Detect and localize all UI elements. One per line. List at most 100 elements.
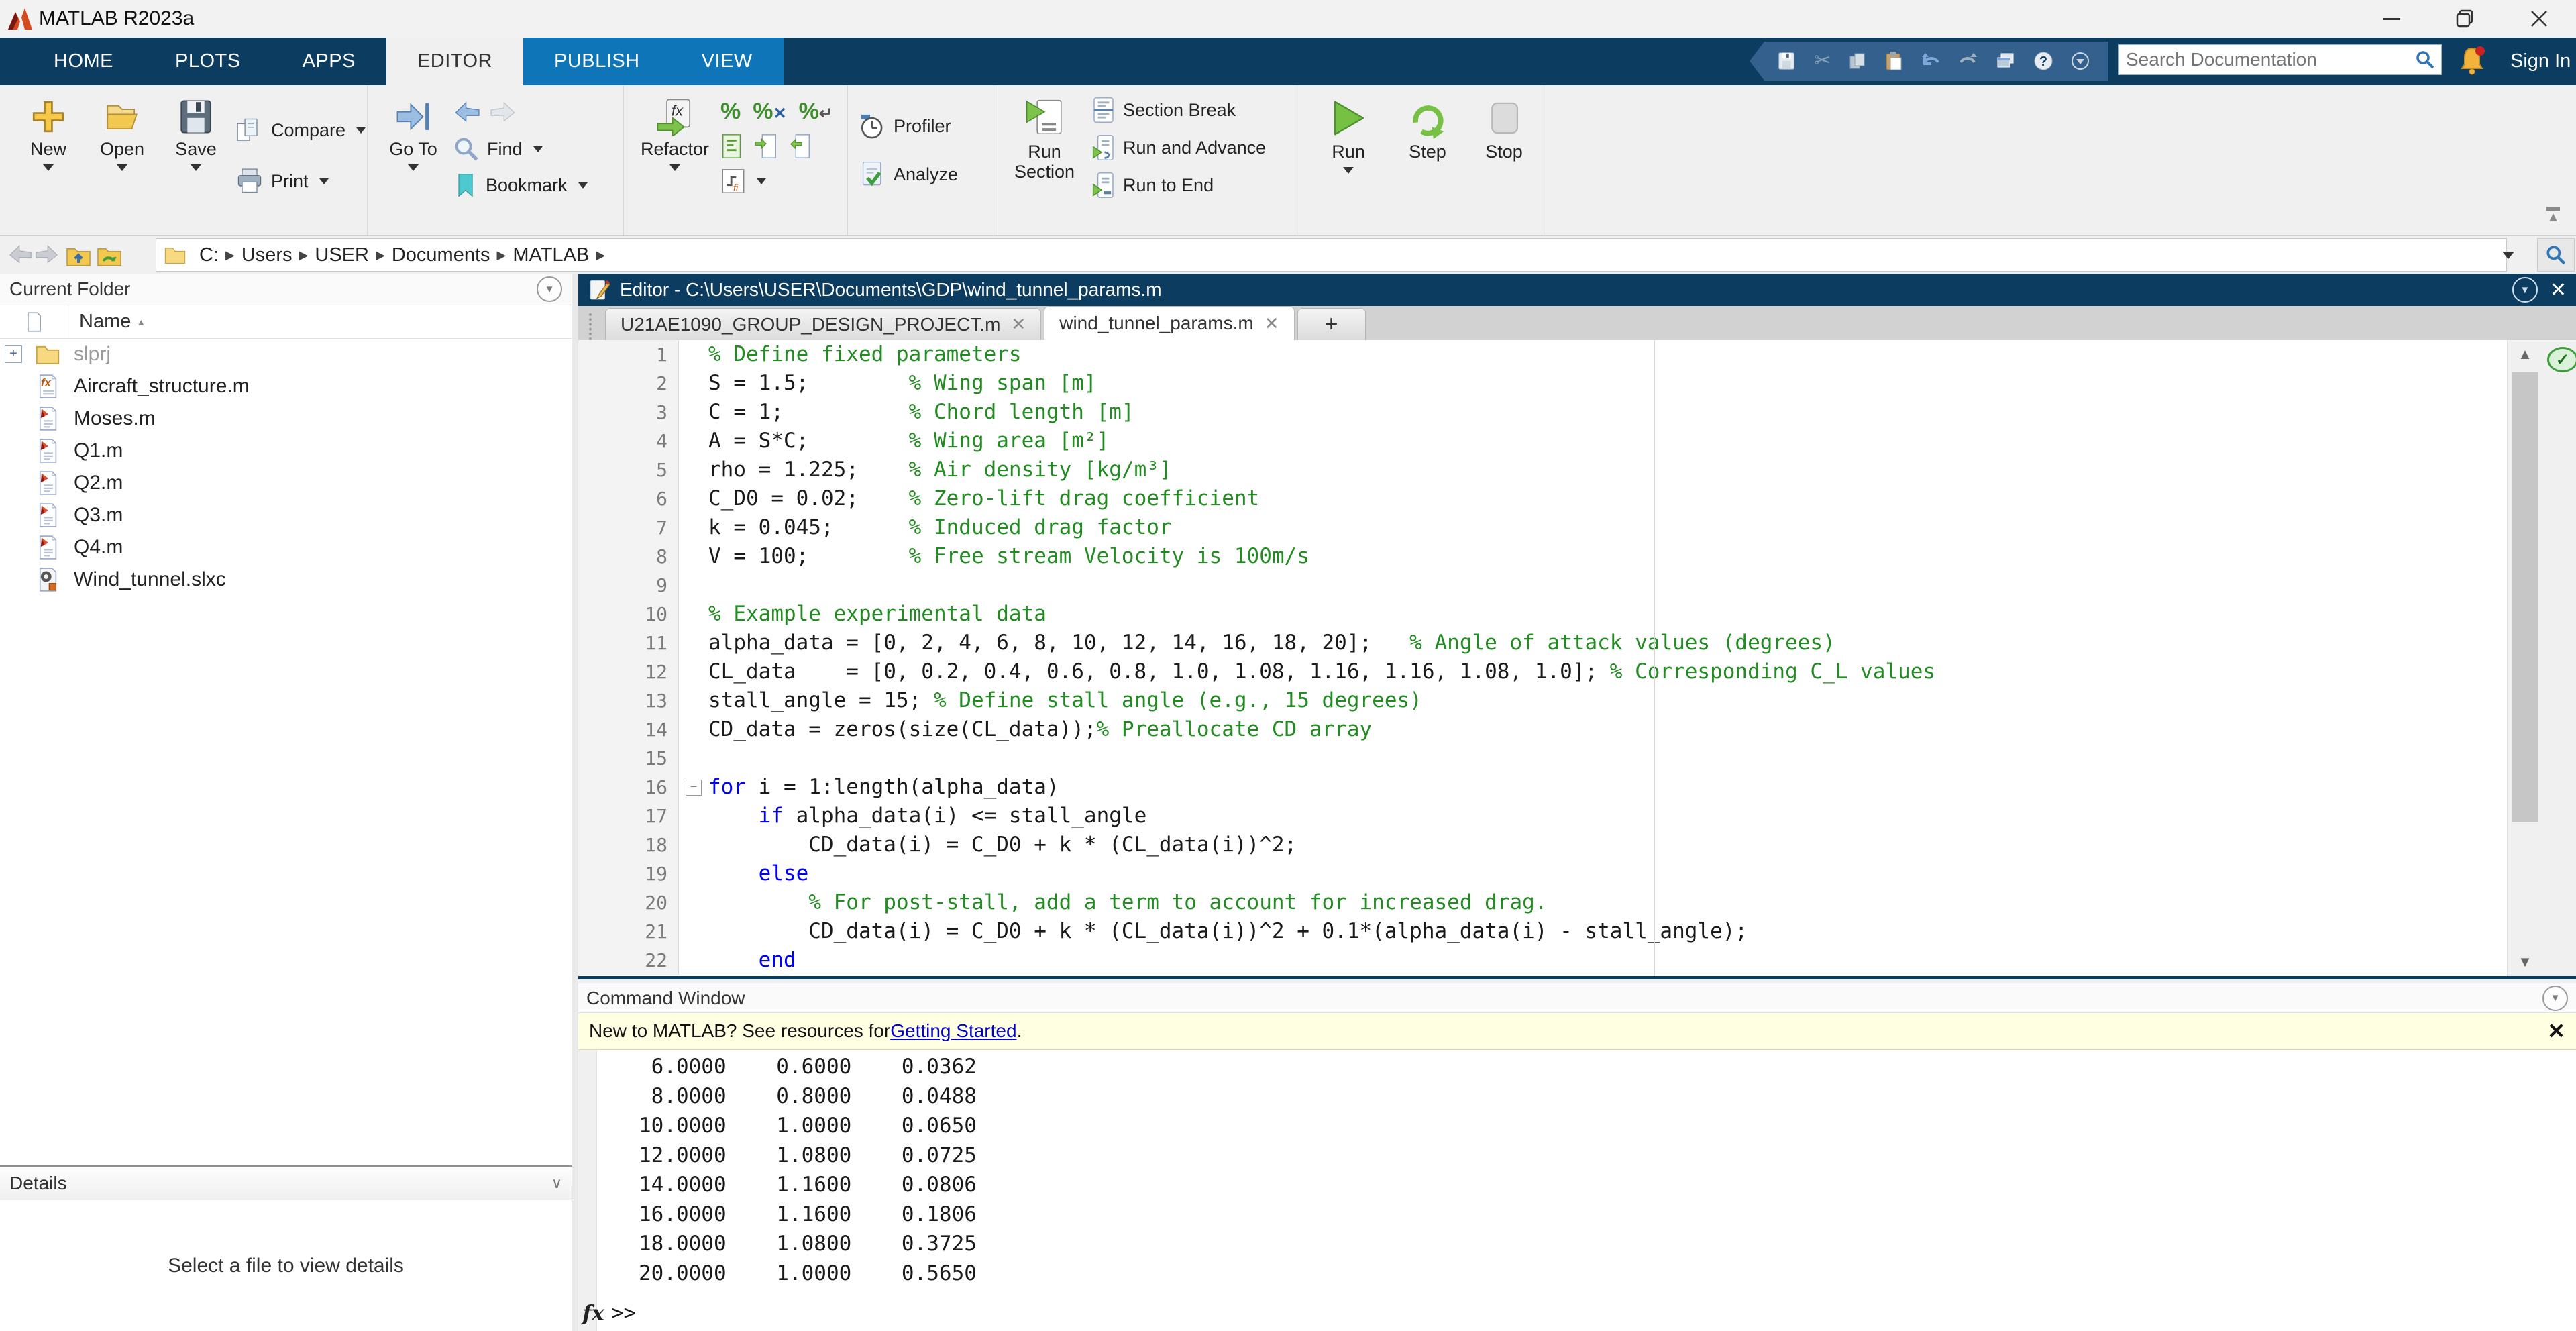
tabbar-drag-handle[interactable]	[589, 313, 598, 340]
editor-vertical-scrollbar[interactable]: ▲ ▼	[2507, 340, 2542, 976]
ribbon-tab-publish[interactable]: PUBLISH	[523, 38, 671, 85]
code-line[interactable]: 19 else	[578, 859, 2507, 888]
file-name[interactable]: Moses.m	[74, 407, 156, 430]
file-name[interactable]: Wind_tunnel.slxc	[74, 568, 226, 591]
code-line[interactable]: 3C = 1; % Chord length [m]	[578, 398, 2507, 427]
code-line[interactable]: 4A = S*C; % Wing area [m²]	[578, 427, 2507, 456]
panel-splitter[interactable]	[572, 274, 578, 1331]
scroll-up-icon[interactable]: ▲	[2508, 345, 2542, 363]
file-row[interactable]: + slprj	[0, 338, 572, 370]
breadcrumb-segment[interactable]: MATLAB	[513, 244, 589, 266]
section-break-button[interactable]: Section Break	[1091, 95, 1266, 125]
banner-close-icon[interactable]: ✕	[2547, 1018, 2565, 1044]
code-line[interactable]: 8V = 100; % Free stream Velocity is 100m…	[578, 542, 2507, 571]
ribbon-tab-plots[interactable]: PLOTS	[144, 38, 272, 85]
smart-indent-icon[interactable]	[720, 133, 745, 160]
expand-folder-icon[interactable]: +	[5, 345, 22, 363]
scroll-down-icon[interactable]: ▼	[2508, 953, 2542, 971]
file-name[interactable]: Aircraft_structure.m	[74, 375, 250, 398]
code-line[interactable]: 9	[578, 571, 2507, 600]
code-editor[interactable]: 1% Define fixed parameters2S = 1.5; % Wi…	[578, 340, 2507, 976]
ribbon-tab-apps[interactable]: APPS	[272, 38, 386, 85]
code-line[interactable]: 1% Define fixed parameters	[578, 340, 2507, 369]
file-row[interactable]: Wind_tunnel.slxc	[0, 564, 572, 596]
file-name[interactable]: Q3.m	[74, 504, 123, 527]
ribbon-tab-home[interactable]: HOME	[23, 38, 144, 85]
paste-icon[interactable]	[1884, 51, 1903, 71]
editor-tab-label[interactable]: U21AE1090_GROUP_DESIGN_PROJECT.m	[621, 314, 1000, 335]
new-window-icon[interactable]	[1996, 52, 2016, 70]
code-line[interactable]: 13stall_angle = 15; % Define stall angle…	[578, 686, 2507, 715]
refactor-button[interactable]: fx Refactor	[635, 92, 715, 171]
restore-button[interactable]	[2428, 0, 2502, 38]
copy-icon[interactable]	[1848, 52, 1867, 70]
code-line[interactable]: 20 % For post-stall, add a term to accou…	[578, 888, 2507, 917]
file-row[interactable]: Moses.m	[0, 403, 572, 435]
current-folder-menu-icon[interactable]: ▼	[537, 276, 562, 302]
undo-icon[interactable]	[1921, 52, 1941, 70]
file-list-header[interactable]: Name ▲	[0, 305, 572, 339]
code-line[interactable]: 12CL_data = [0, 0.2, 0.4, 0.6, 0.8, 1.0,…	[578, 657, 2507, 686]
back-icon[interactable]	[452, 99, 482, 126]
file-name[interactable]: Q1.m	[74, 439, 123, 462]
file-row[interactable]: Q2.m	[0, 467, 572, 499]
help-icon[interactable]: ?	[2033, 51, 2053, 71]
new-button[interactable]: New	[13, 92, 83, 171]
file-row[interactable]: Q1.m	[0, 435, 572, 467]
qat-menu-icon[interactable]	[2071, 52, 2090, 70]
breadcrumb-segment[interactable]: Users	[241, 244, 292, 266]
name-column-header[interactable]: Name	[79, 311, 131, 333]
code-line[interactable]: 15	[578, 744, 2507, 773]
file-name[interactable]: slprj	[74, 343, 111, 366]
breadcrumb-segment[interactable]: C:	[199, 244, 219, 266]
file-row[interactable]: Q4.m	[0, 531, 572, 564]
uncomment-icon[interactable]: %✕	[753, 99, 786, 125]
ribbon-tab-view[interactable]: VIEW	[671, 38, 784, 85]
redo-icon[interactable]	[1958, 52, 1978, 70]
code-line[interactable]: 6C_D0 = 0.02; % Zero-lift drag coefficie…	[578, 484, 2507, 513]
search-icon[interactable]	[2414, 49, 2436, 70]
fx-prompt-icon[interactable]: fx	[582, 1300, 604, 1326]
wrap-comments-icon[interactable]: %↵	[799, 99, 833, 125]
code-line[interactable]: 5rho = 1.225; % Air density [kg/m³]	[578, 456, 2507, 484]
print-button[interactable]: Print	[235, 166, 366, 197]
sign-in-link[interactable]: Sign In	[2510, 42, 2571, 81]
notifications-bell-icon[interactable]	[2458, 44, 2486, 75]
details-header[interactable]: Details ∨	[0, 1165, 572, 1200]
code-line[interactable]: 22 end	[578, 946, 2507, 975]
breadcrumb-field[interactable]: C:▶Users▶USER▶Documents▶MATLAB▶	[156, 238, 2507, 272]
command-window-menu-icon[interactable]: ▼	[2542, 986, 2568, 1011]
sort-ascending-icon[interactable]: ▲	[136, 317, 146, 327]
analyze-button[interactable]: Analyze	[859, 159, 958, 190]
save-icon[interactable]	[1776, 51, 1796, 71]
run-to-end-button[interactable]: Run to End	[1091, 170, 1266, 201]
new-tab-button[interactable]: +	[1297, 308, 1366, 340]
editor-tab[interactable]: U21AE1090_GROUP_DESIGN_PROJECT.m ✕	[605, 308, 1041, 340]
run-and-advance-button[interactable]: Run and Advance	[1091, 132, 1266, 163]
profiler-button[interactable]: Profiler	[859, 111, 958, 142]
editor-close-icon[interactable]: ✕	[2550, 278, 2567, 302]
minimize-button[interactable]	[2355, 0, 2428, 38]
goto-button[interactable]: Go To	[380, 92, 447, 171]
indent-right-icon[interactable]	[754, 133, 778, 160]
code-line[interactable]: 17 if alpha_data(i) <= stall_angle	[578, 802, 2507, 831]
comment-icon[interactable]: %	[720, 99, 741, 125]
code-line[interactable]: 14CD_data = zeros(size(CL_data));% Preal…	[578, 715, 2507, 744]
close-tab-icon[interactable]: ✕	[1011, 314, 1026, 335]
breadcrumb-segment[interactable]: Documents	[392, 244, 490, 266]
code-analyzer-ok-icon[interactable]: ✓	[2547, 347, 2576, 372]
open-button[interactable]: Open	[87, 92, 157, 171]
fold-collapse-icon[interactable]: −	[686, 780, 702, 796]
getting-started-link[interactable]: Getting Started	[890, 1020, 1016, 1042]
close-button[interactable]	[2502, 0, 2576, 38]
cut-icon[interactable]: ✂	[1814, 42, 1831, 81]
search-input[interactable]	[2119, 49, 2414, 70]
editor-tab-label[interactable]: wind_tunnel_params.m	[1059, 313, 1254, 334]
file-name[interactable]: Q4.m	[74, 536, 123, 559]
details-chevron-icon[interactable]: ∨	[551, 1175, 562, 1192]
save-button[interactable]: Save	[161, 92, 231, 171]
code-line[interactable]: 16−for i = 1:length(alpha_data)	[578, 773, 2507, 802]
run-button[interactable]: Run	[1313, 92, 1383, 174]
folder-search-button[interactable]	[2537, 238, 2575, 272]
collapse-toolstrip-icon[interactable]: ▬▲	[2546, 201, 2560, 223]
